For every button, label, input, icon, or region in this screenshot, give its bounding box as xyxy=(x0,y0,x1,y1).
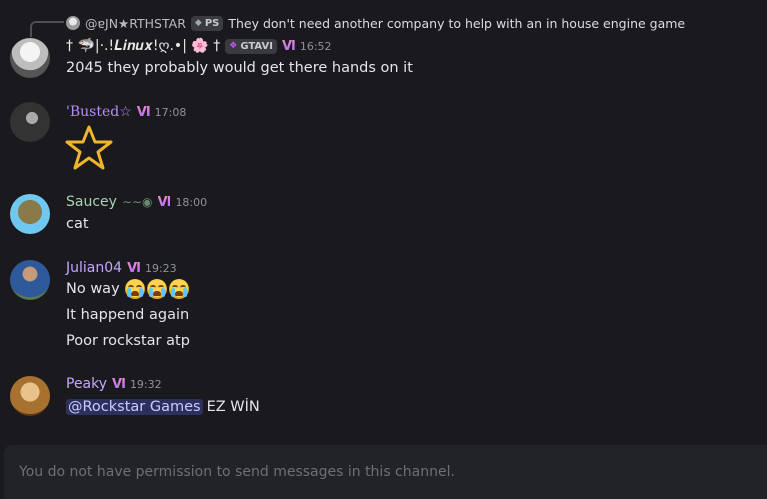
timestamp[interactable]: 19:32 xyxy=(130,378,162,391)
reply-text[interactable]: They don't need another company to help … xyxy=(228,16,685,31)
username[interactable]: Saucey xyxy=(66,194,117,210)
reply-reference[interactable]: @ɐJN★RTHSTAR ◆ PS They don't need anothe… xyxy=(66,12,685,34)
guild-tag[interactable]: ❖ GTAVI xyxy=(225,38,277,54)
avatar[interactable] xyxy=(10,194,50,234)
role-badge[interactable]: VI xyxy=(158,195,172,210)
message-text: 2045 they probably would get there hands… xyxy=(66,60,413,76)
reply-author[interactable]: @ɐJN★RTHSTAR xyxy=(85,16,186,31)
input-placeholder: You do not have permission to send messa… xyxy=(19,464,455,480)
loudly-crying-face-emoji[interactable] xyxy=(146,279,167,299)
loudly-crying-face-emoji[interactable] xyxy=(124,279,145,299)
decoration-icon: ∼∼◉ xyxy=(121,195,153,209)
role-badge[interactable]: VI xyxy=(137,105,151,120)
username[interactable]: 'Busted☆ xyxy=(66,104,132,120)
role-badge[interactable]: VI xyxy=(112,377,126,392)
star-emoji xyxy=(65,125,113,170)
loudly-crying-face-emoji[interactable] xyxy=(168,279,189,299)
username[interactable]: Peaky xyxy=(66,376,107,392)
username[interactable]: † 🦈|·.!𝑳𝒊𝒏𝒖𝒙!ღ.•| 🌸 † xyxy=(66,38,220,54)
guild-tag-label: GTAVI xyxy=(240,40,273,52)
message-text-part: EZ WİN xyxy=(206,399,260,415)
timestamp[interactable]: 18:00 xyxy=(175,196,207,209)
avatar[interactable] xyxy=(10,38,50,78)
timestamp[interactable]: 16:52 xyxy=(300,40,332,53)
reply-tag-label: PS xyxy=(204,17,220,29)
chat-channel: @ɐJN★RTHSTAR ◆ PS They don't need anothe… xyxy=(0,0,767,499)
timestamp[interactable]: 19:23 xyxy=(145,262,177,275)
message-text: cat xyxy=(66,216,89,232)
message-input-disabled[interactable]: You do not have permission to send messa… xyxy=(4,445,767,499)
message-text-part: No way xyxy=(66,281,120,297)
trophy-icon: ◆ xyxy=(194,18,202,28)
user-mention[interactable]: @Rockstar Games xyxy=(66,399,203,415)
avatar[interactable] xyxy=(10,260,50,300)
message-text: Poor rockstar atp xyxy=(66,333,190,349)
avatar[interactable] xyxy=(10,102,50,142)
message-text: @Rockstar Games EZ WİN xyxy=(66,396,260,418)
role-badge[interactable]: VI xyxy=(282,39,296,54)
timestamp[interactable]: 17:08 xyxy=(155,106,187,119)
gta-icon: ❖ xyxy=(229,41,238,51)
role-badge[interactable]: VI xyxy=(127,261,141,276)
message-text: It happend again xyxy=(66,307,190,323)
reply-spine xyxy=(30,21,64,37)
message-text: No way xyxy=(66,278,189,300)
reply-guild-tag[interactable]: ◆ PS xyxy=(190,15,224,31)
username[interactable]: Julian04 xyxy=(66,260,122,276)
avatar[interactable] xyxy=(10,376,50,416)
reply-avatar[interactable] xyxy=(66,16,80,30)
